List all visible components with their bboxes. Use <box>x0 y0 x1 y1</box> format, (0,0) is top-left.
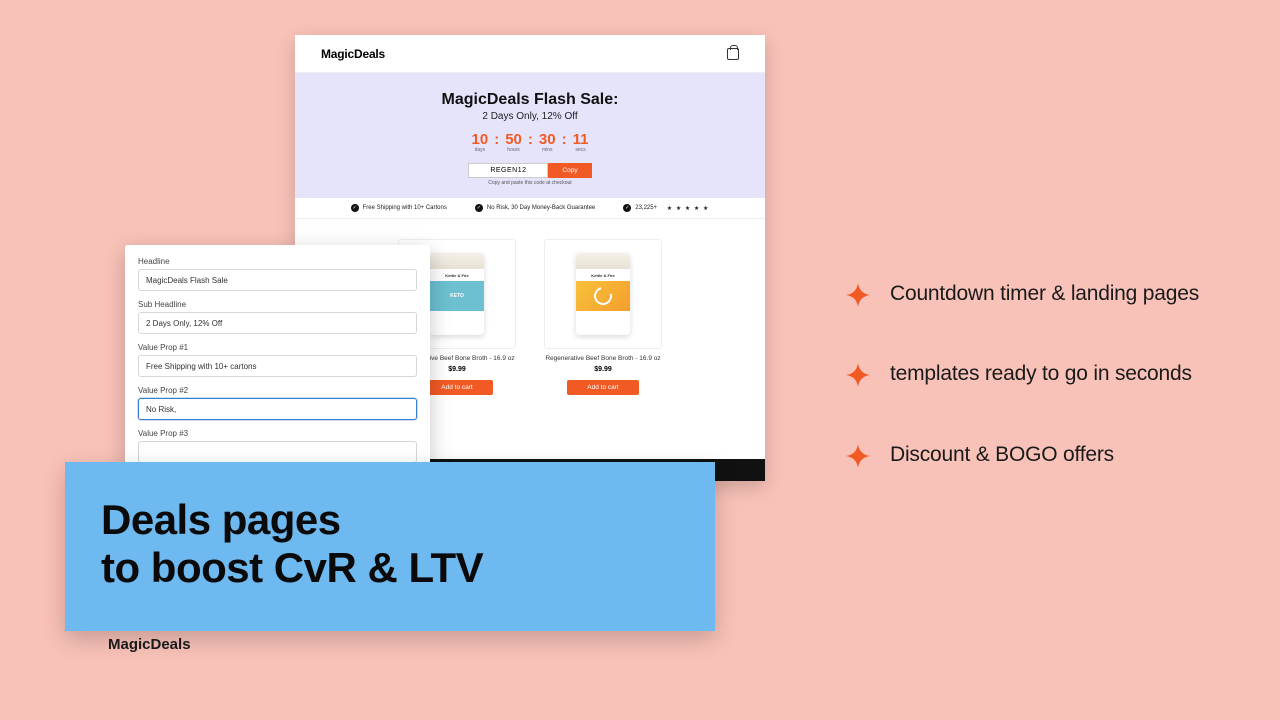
product-name: Regenerative Beef Bone Broth - 16.9 oz <box>544 355 662 363</box>
add-to-cart-button[interactable]: Add to cart <box>421 380 492 395</box>
preview-topbar: MagicDeals <box>295 35 765 73</box>
valueprop2-field-label: Value Prop #2 <box>138 386 417 395</box>
subheadline-field-label: Sub Headline <box>138 300 417 309</box>
feature-item: Discount & BOGO offers <box>846 441 1226 469</box>
product-price: $9.99 <box>544 366 662 373</box>
slogan-card: Deals pages to boost CvR & LTV <box>65 462 715 631</box>
benefits-row: ✓Free Shipping with 10+ Cartons ✓No Risk… <box>295 198 765 219</box>
check-icon: ✓ <box>351 204 359 212</box>
brand-footer-label: MagicDeals <box>108 636 191 653</box>
timer-hours-value: 50 <box>505 132 522 147</box>
hero-section: MagicDeals Flash Sale: 2 Days Only, 12% … <box>295 73 765 198</box>
carton-icon: Kettle & Fire <box>576 253 630 335</box>
add-to-cart-button[interactable]: Add to cart <box>567 380 638 395</box>
valueprop3-input[interactable] <box>138 441 417 463</box>
valueprop2-input[interactable] <box>138 398 417 420</box>
hero-headline: MagicDeals Flash Sale: <box>305 91 755 109</box>
feature-text: Discount & BOGO offers <box>890 441 1114 469</box>
benefit-shipping: ✓Free Shipping with 10+ Cartons <box>351 204 447 212</box>
subheadline-input[interactable] <box>138 312 417 334</box>
benefit-reviews: ✓23,225+ ★ ★ ★ ★ ★ <box>623 204 709 212</box>
timer-hours-label: hours <box>505 147 522 153</box>
copy-code-button[interactable]: Copy <box>548 163 591 178</box>
countdown-timer: 10days : 50hours : 30mins : 11secs <box>305 132 755 153</box>
check-icon: ✓ <box>475 204 483 212</box>
feature-text: templates ready to go in seconds <box>890 360 1192 388</box>
preview-brand: MagicDeals <box>321 47 385 61</box>
promo-hint: Copy and paste this code at checkout <box>305 180 755 186</box>
feature-item: templates ready to go in seconds <box>846 360 1226 388</box>
check-icon: ✓ <box>623 204 631 212</box>
carton-icon: Kettle & Fire KETO <box>430 253 484 335</box>
slogan-line2: to boost CvR & LTV <box>101 544 679 592</box>
sparkle-icon <box>846 283 870 307</box>
editor-panel: Headline Sub Headline Value Prop #1 Valu… <box>125 245 430 474</box>
hero-subheadline: 2 Days Only, 12% Off <box>305 111 755 122</box>
sparkle-icon <box>846 444 870 468</box>
valueprop1-input[interactable] <box>138 355 417 377</box>
feature-list: Countdown timer & landing pages template… <box>846 280 1226 469</box>
slogan-line1: Deals pages <box>101 496 679 544</box>
valueprop3-field-label: Value Prop #3 <box>138 429 417 438</box>
headline-input[interactable] <box>138 269 417 291</box>
cart-icon[interactable] <box>727 48 739 60</box>
promo-code-value[interactable]: REGEN12 <box>468 163 548 178</box>
timer-mins-value: 30 <box>539 132 556 147</box>
swirl-icon <box>591 284 616 309</box>
timer-secs-value: 11 <box>573 132 589 147</box>
promo-code-row: REGEN12 Copy <box>305 163 755 178</box>
product-card[interactable]: Kettle & Fire Regenerative Beef Bone Bro… <box>544 239 662 395</box>
sparkle-icon <box>846 363 870 387</box>
benefit-guarantee: ✓No Risk, 30 Day Money-Back Guarantee <box>475 204 595 212</box>
product-image: Kettle & Fire <box>544 239 662 349</box>
feature-text: Countdown timer & landing pages <box>890 280 1199 308</box>
feature-item: Countdown timer & landing pages <box>846 280 1226 308</box>
timer-days-value: 10 <box>472 132 489 147</box>
headline-field-label: Headline <box>138 257 417 266</box>
valueprop1-field-label: Value Prop #1 <box>138 343 417 352</box>
